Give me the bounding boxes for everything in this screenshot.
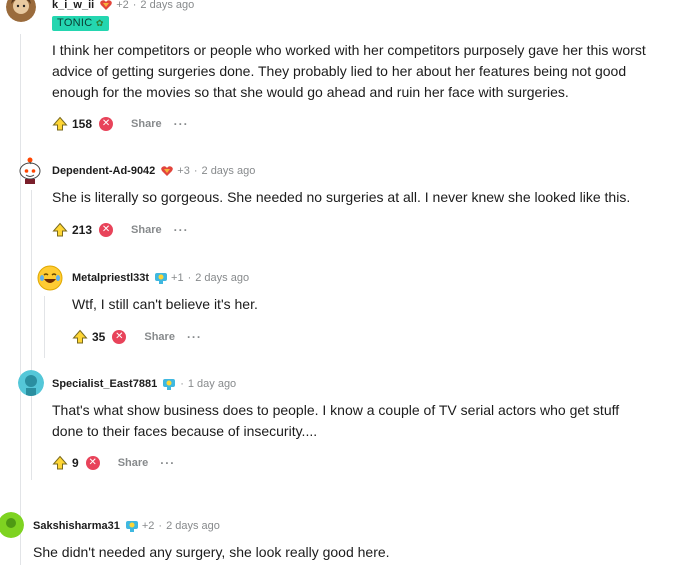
user-flair: TONIC ✿ [52, 16, 109, 31]
comment-body: She didn't needed any surgery, she look … [33, 544, 390, 560]
comment-body: That's what show business does to people… [52, 402, 620, 439]
upvote-icon[interactable] [72, 329, 88, 345]
downvote-icon[interactable]: ✕ [85, 456, 100, 470]
comment-body: She is literally so gorgeous. She needed… [52, 189, 631, 205]
avatar[interactable] [16, 156, 44, 184]
username[interactable]: Specialist_East7881 [52, 378, 157, 390]
upvote-icon[interactable] [52, 455, 68, 471]
timestamp[interactable]: 2 days ago [195, 272, 249, 284]
upvote-icon[interactable] [52, 222, 68, 238]
timestamp[interactable]: 2 days ago [202, 165, 256, 177]
timestamp[interactable]: 1 day ago [188, 378, 236, 390]
username[interactable]: k_i_w_ii [52, 0, 94, 11]
more-options-icon[interactable]: ··· [160, 456, 175, 470]
share-button[interactable]: Share [131, 118, 162, 130]
separator-dot: · [193, 165, 198, 177]
avatar[interactable] [37, 265, 63, 291]
more-options-icon[interactable]: ··· [174, 117, 189, 131]
avatar[interactable] [6, 0, 36, 22]
vote-count: 35 [92, 330, 106, 344]
more-options-icon[interactable]: ··· [174, 223, 189, 237]
upvote-icon[interactable] [52, 116, 68, 132]
timestamp[interactable]: 2 days ago [166, 520, 220, 532]
karma: +3 [177, 165, 190, 177]
separator-dot: · [187, 272, 192, 284]
heart-award-icon [160, 164, 174, 178]
downvote-icon[interactable]: ✕ [99, 223, 114, 237]
vote-count: 9 [72, 456, 79, 470]
heart-award-icon [99, 0, 113, 12]
thread-line[interactable] [31, 190, 32, 480]
avatar[interactable] [18, 370, 44, 396]
karma: +2 [116, 0, 129, 11]
share-button[interactable]: Share [144, 331, 175, 343]
share-button[interactable]: Share [118, 457, 149, 469]
username[interactable]: Sakshisharma31 [33, 520, 120, 532]
comment-body: Wtf, I still can't believe it's her. [72, 296, 258, 312]
separator-dot: · [132, 0, 137, 11]
username[interactable]: Metalpriestl33t [72, 272, 149, 284]
trophy-award-icon [162, 377, 176, 391]
share-button[interactable]: Share [131, 224, 162, 236]
vote-count: 158 [72, 117, 93, 131]
karma: +2 [141, 520, 155, 532]
username[interactable]: Dependent-Ad-9042 [52, 165, 155, 177]
downvote-icon[interactable]: ✕ [112, 330, 127, 344]
karma: +1 [171, 272, 184, 284]
downvote-icon[interactable]: ✕ [99, 117, 114, 131]
flair-label: TONIC [57, 17, 93, 29]
leaf-icon: ✿ [95, 18, 104, 28]
separator-dot: · [180, 378, 184, 390]
trophy-award-icon [125, 519, 139, 533]
vote-count: 213 [72, 223, 93, 237]
separator-dot: · [158, 520, 163, 532]
timestamp[interactable]: 2 days ago [140, 0, 194, 11]
more-options-icon[interactable]: ··· [187, 330, 202, 344]
trophy-award-icon [154, 271, 168, 285]
comment-body: I think her competitors or people who wo… [52, 42, 646, 100]
thread-line[interactable] [44, 296, 45, 358]
thread-line[interactable] [20, 34, 21, 565]
